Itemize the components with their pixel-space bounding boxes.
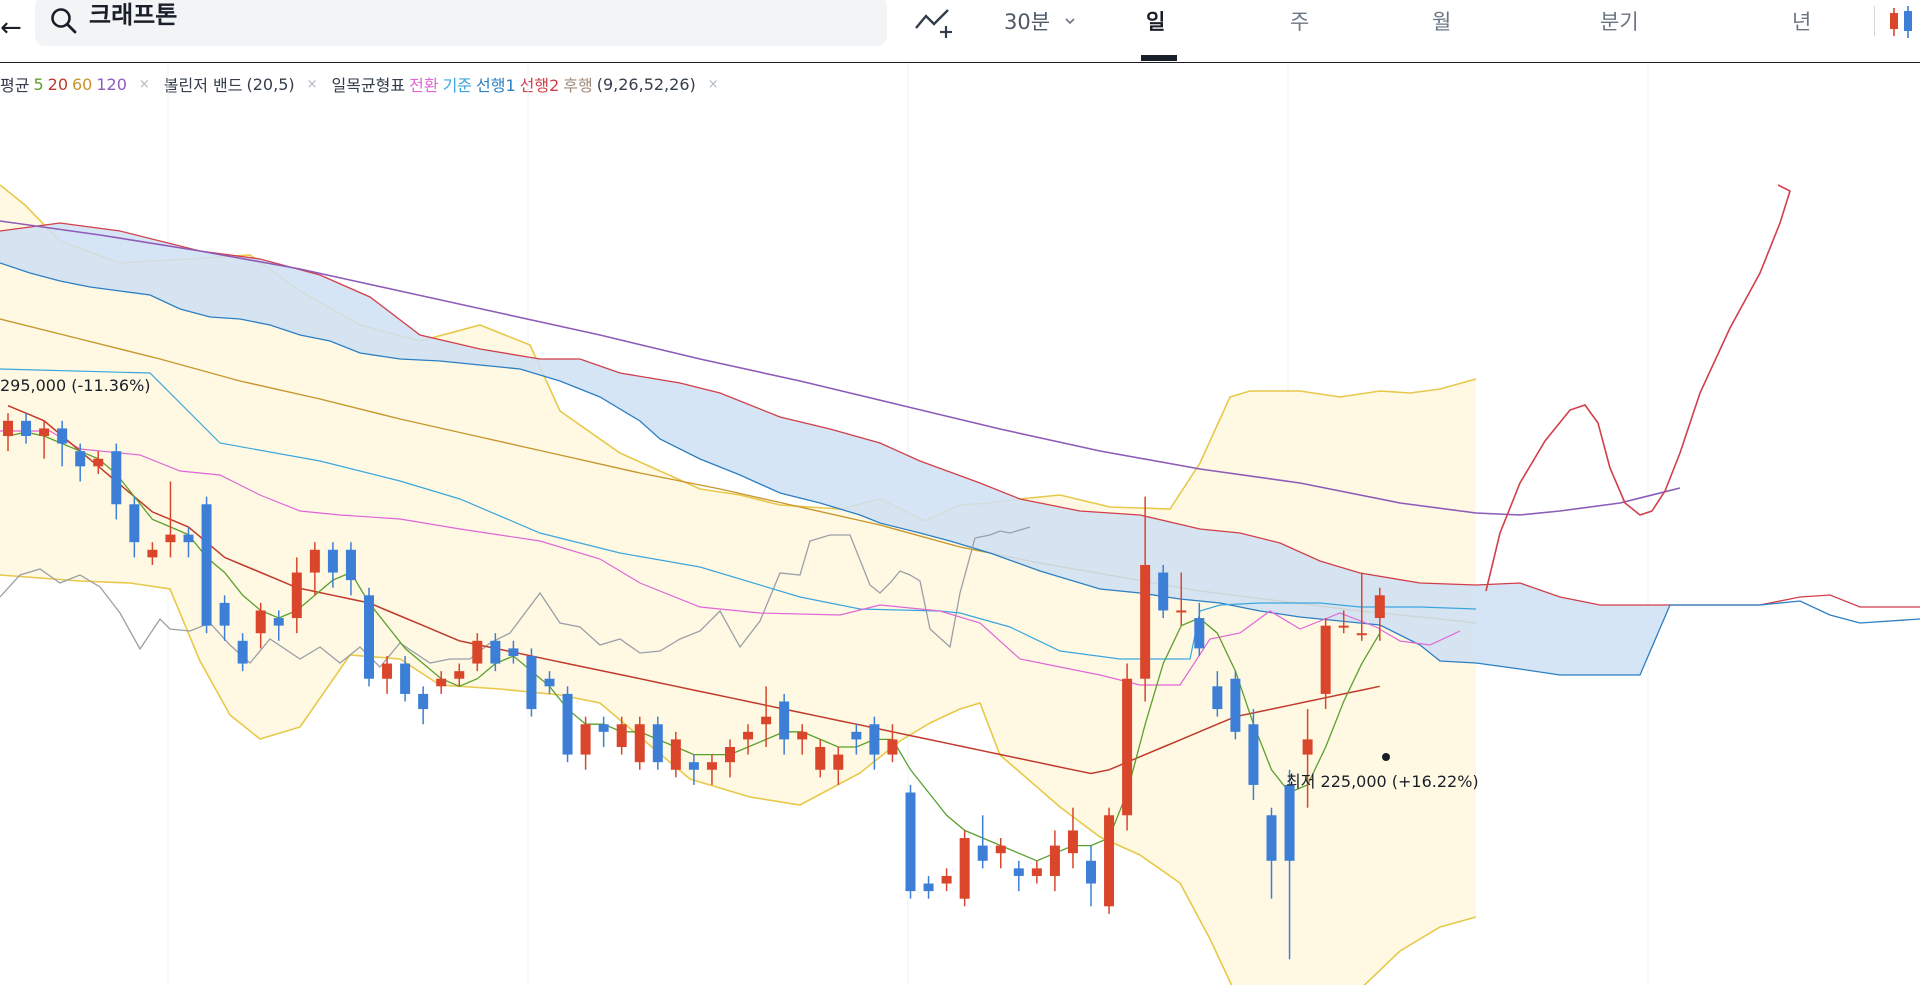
high-price-label: 295,000 (-11.36%) xyxy=(0,376,151,395)
candle-body xyxy=(977,845,988,861)
candle-body xyxy=(616,724,627,747)
candle-body xyxy=(291,572,302,619)
low-price-label: 최저 225,000 (+16.22%) xyxy=(1286,772,1479,791)
candle-body xyxy=(165,534,176,543)
candle-body xyxy=(237,640,248,664)
candle-body xyxy=(779,701,790,740)
candle-body xyxy=(129,504,140,543)
candle-body xyxy=(905,792,916,892)
candle-body xyxy=(706,762,717,770)
candle-body xyxy=(1104,815,1115,907)
divider xyxy=(1874,6,1875,36)
candle-body xyxy=(797,731,808,740)
candle-body xyxy=(93,458,104,467)
search-field[interactable]: 크래프톤 xyxy=(35,0,887,46)
candle-body xyxy=(725,747,735,763)
candle-body xyxy=(1067,830,1078,854)
candle-body xyxy=(887,739,898,755)
candle-body xyxy=(1158,572,1169,611)
candle-body xyxy=(255,610,266,634)
tab-quarter[interactable]: 분기 xyxy=(1600,6,1639,36)
candle-body xyxy=(183,534,194,543)
candle-body xyxy=(526,655,537,710)
tab-day[interactable]: 일 xyxy=(1146,6,1165,36)
candle-body xyxy=(111,451,122,505)
candle-body xyxy=(1013,868,1024,876)
interval-label: 30분 xyxy=(1004,10,1051,34)
back-arrow-icon[interactable]: ← xyxy=(0,10,22,46)
candle-body xyxy=(688,762,699,770)
candle-body xyxy=(436,678,447,687)
price-chart[interactable] xyxy=(0,63,1920,985)
candle-body xyxy=(743,731,754,740)
candle-body xyxy=(544,678,555,687)
forecast-line xyxy=(1485,184,1791,592)
candle-body xyxy=(1212,686,1223,710)
drawing-tool-icon[interactable] xyxy=(912,4,956,40)
candle-body xyxy=(761,716,772,725)
tab-year[interactable]: 년 xyxy=(1792,6,1811,36)
candle-body xyxy=(400,663,411,694)
candle-body xyxy=(1176,610,1187,613)
candle-body xyxy=(1320,625,1331,694)
search-icon xyxy=(51,8,77,34)
candle-body xyxy=(1356,633,1367,636)
candle-body xyxy=(219,602,230,626)
candle-body xyxy=(345,549,356,581)
candle-body xyxy=(75,451,86,467)
candle-body xyxy=(1266,815,1277,861)
candle-body xyxy=(1031,868,1042,876)
candle-body xyxy=(3,420,13,436)
candle-body xyxy=(1338,625,1349,628)
candle-body xyxy=(1140,564,1151,679)
candle-body xyxy=(941,875,952,884)
candle-body xyxy=(1284,784,1295,861)
candle-body xyxy=(959,838,970,899)
candle-body xyxy=(634,724,645,763)
candle-body xyxy=(1194,618,1205,649)
candle-body xyxy=(472,640,483,664)
candle-body xyxy=(21,420,32,436)
candle-body xyxy=(869,724,880,755)
candle-body xyxy=(1302,739,1313,755)
candle-body xyxy=(454,671,465,679)
candle-body xyxy=(382,663,393,679)
candle-body xyxy=(147,549,158,558)
search-query: 크래프톤 xyxy=(89,1,178,29)
low-marker xyxy=(1382,753,1390,761)
candle-body xyxy=(815,747,826,770)
candle-body xyxy=(562,693,573,755)
candle-body xyxy=(490,640,501,664)
candle-body xyxy=(201,504,212,626)
top-bar: ← 크래프톤 30분 일 주 월 분기 년 xyxy=(0,0,1920,63)
candle-body xyxy=(364,595,374,679)
candle-body xyxy=(598,724,609,732)
active-tab-indicator xyxy=(1141,55,1177,61)
interval-dropdown[interactable]: 30분 xyxy=(1004,6,1076,36)
tab-week[interactable]: 주 xyxy=(1290,6,1309,36)
candle-body xyxy=(580,724,591,755)
candle-body xyxy=(923,883,934,892)
candle-body xyxy=(418,693,429,710)
candlestick-type-icon[interactable] xyxy=(1880,2,1920,42)
chevron-down-icon xyxy=(1065,18,1075,25)
candle-body xyxy=(1049,845,1060,876)
candle-body xyxy=(652,724,663,763)
candle-body xyxy=(851,731,862,740)
candle-body xyxy=(1374,595,1385,619)
tab-month[interactable]: 월 xyxy=(1432,6,1451,36)
candle-body xyxy=(670,739,681,770)
candle-body xyxy=(327,549,338,573)
candle-body xyxy=(995,845,1006,854)
candle-body xyxy=(309,549,320,573)
candle-body xyxy=(39,428,50,436)
candle-body xyxy=(273,618,284,626)
candle-body xyxy=(833,754,844,770)
candle-body xyxy=(508,648,519,656)
candle-body xyxy=(1122,678,1133,816)
candle-body xyxy=(57,428,68,444)
candle-body xyxy=(1248,724,1259,785)
candle-body xyxy=(1230,678,1241,732)
candle-body xyxy=(1086,860,1096,884)
